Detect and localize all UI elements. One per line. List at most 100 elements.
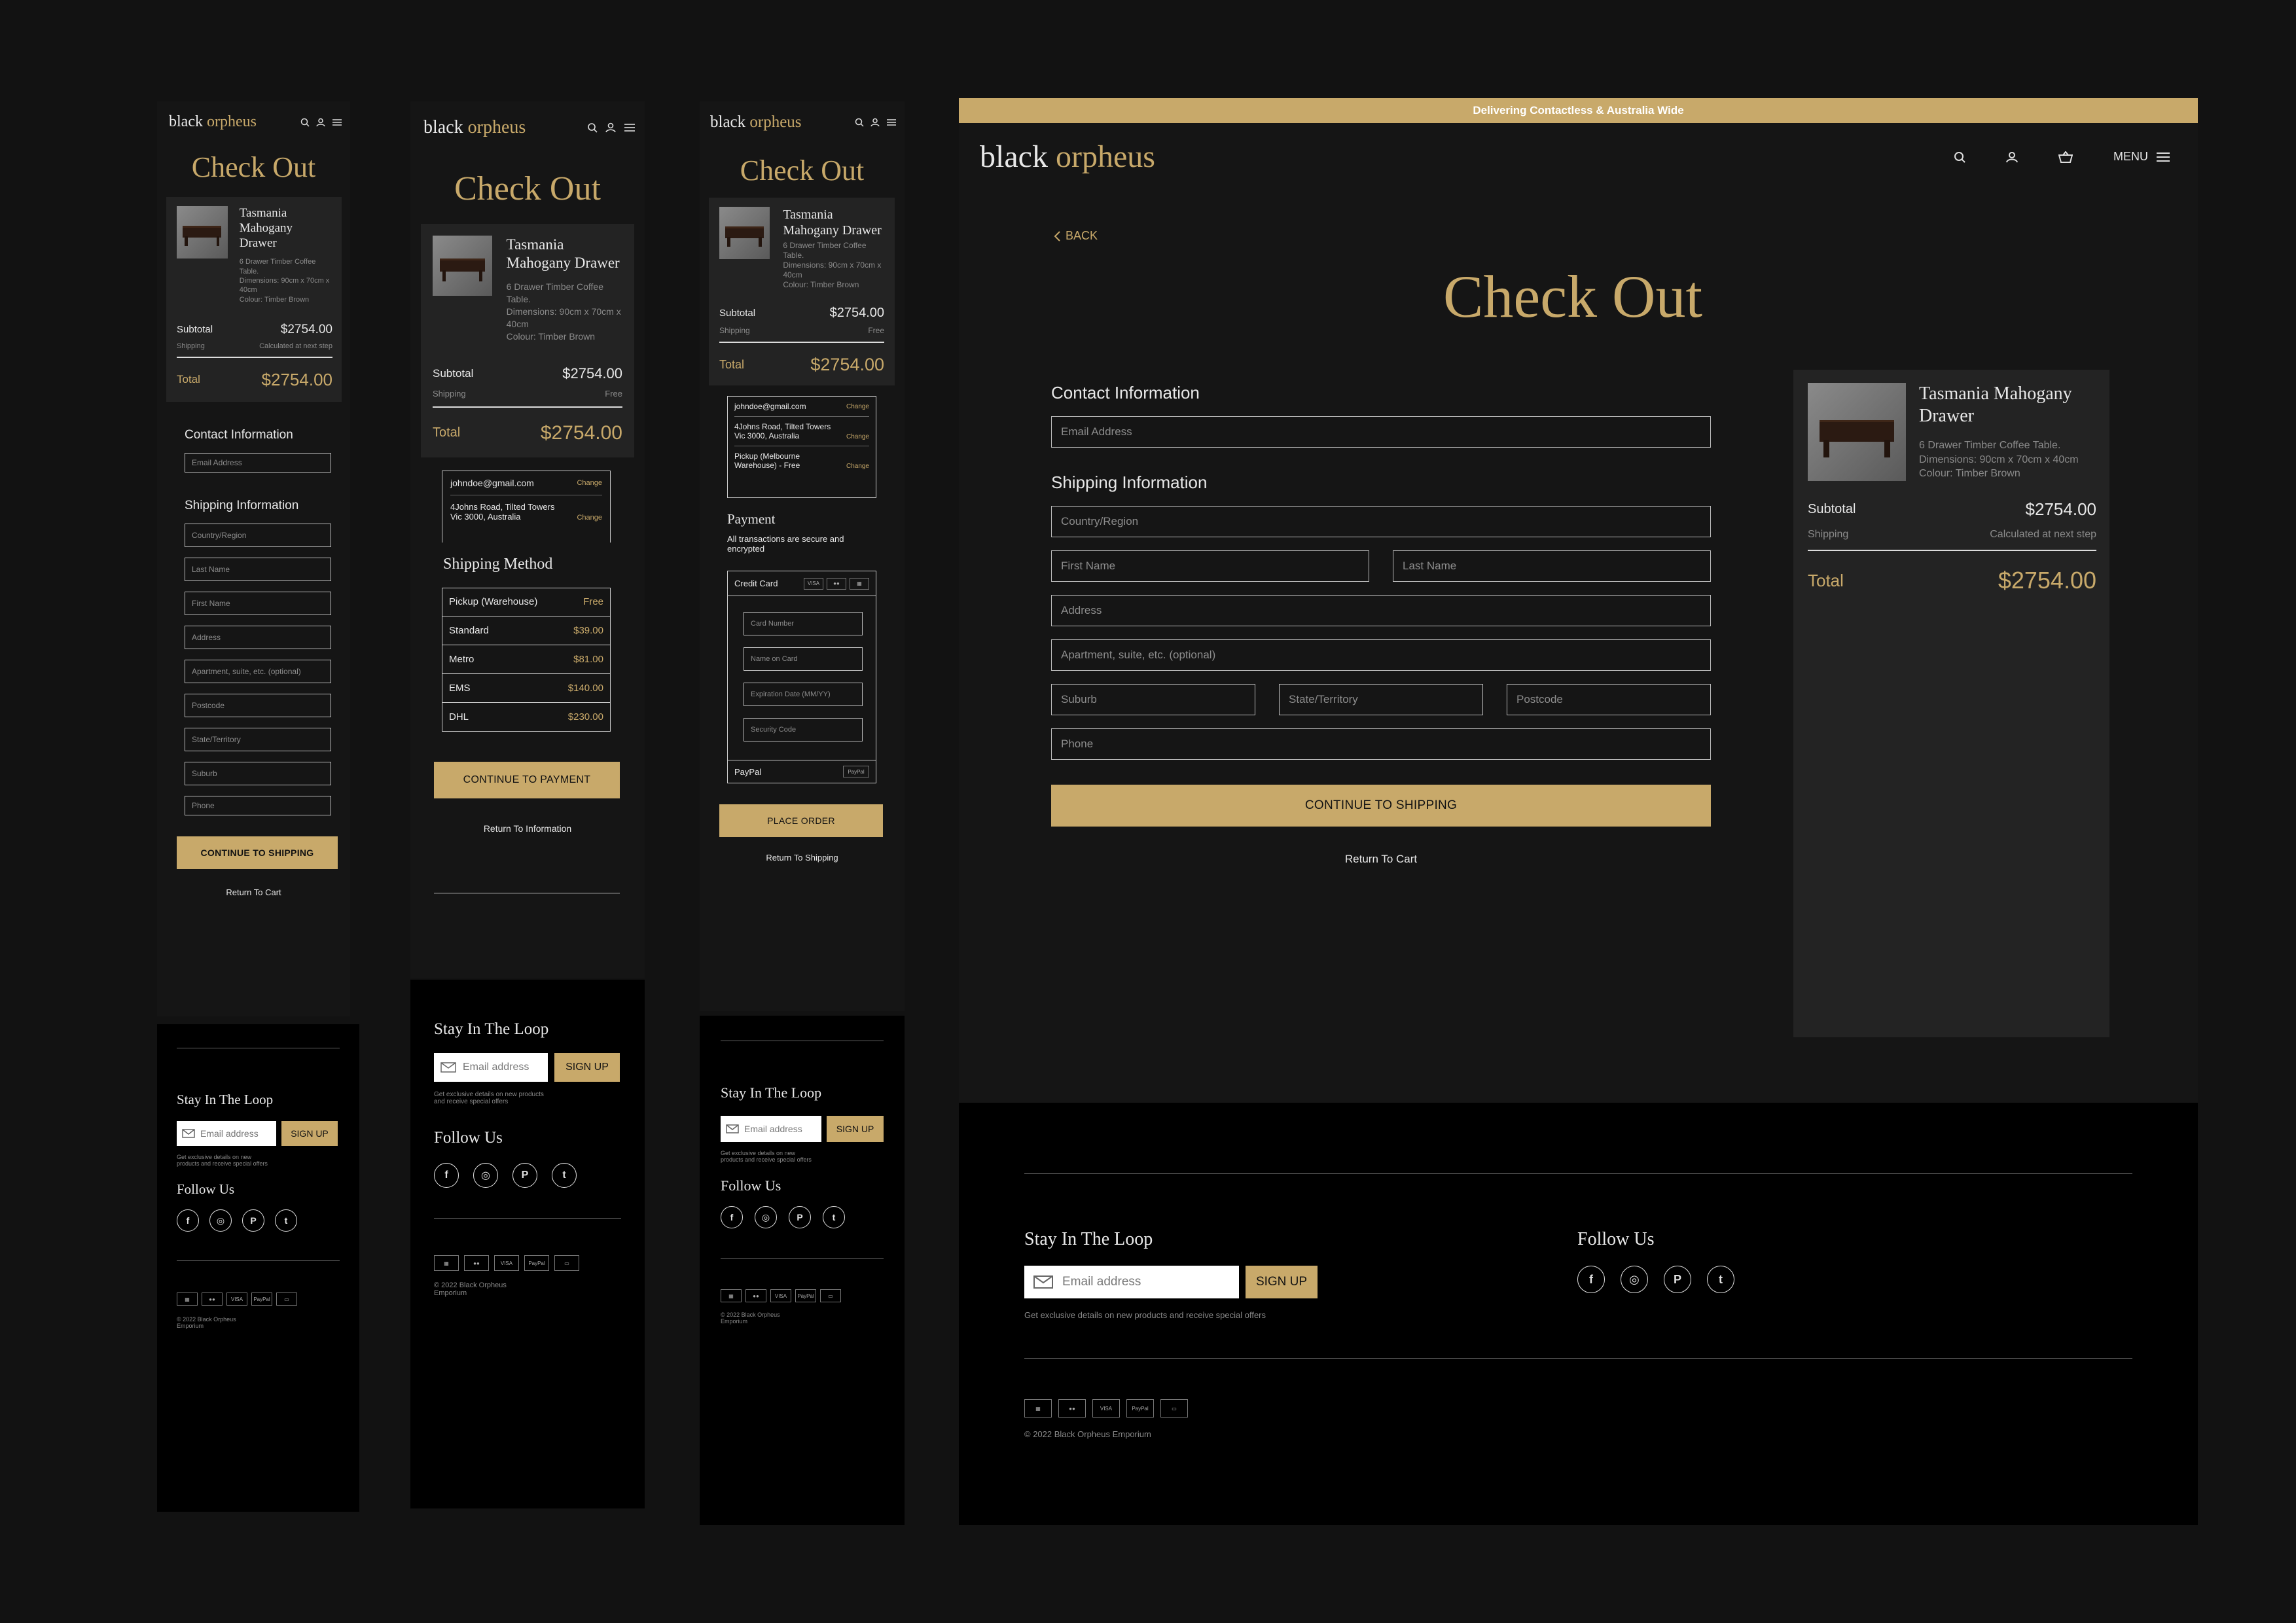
- signup-button[interactable]: SIGN UP: [554, 1053, 620, 1082]
- user-icon[interactable]: [870, 118, 880, 127]
- contact-review-box: johndoe@gmail.com Change 4Johns Road, Til…: [442, 470, 611, 543]
- back-link[interactable]: BACK: [1054, 229, 1098, 243]
- address-field[interactable]: Address: [1051, 595, 1711, 626]
- shipping-method-list: Pickup (Warehouse) Free Standard $39.00 Me…: [442, 587, 611, 732]
- state-field[interactable]: State/Territory: [1279, 684, 1483, 715]
- twitter-icon[interactable]: t: [275, 1209, 297, 1232]
- menu-icon[interactable]: [886, 118, 897, 127]
- instagram-icon[interactable]: ◎: [755, 1206, 777, 1228]
- signup-button[interactable]: SIGN UP: [827, 1116, 884, 1142]
- newsletter-email-input[interactable]: Email address: [434, 1053, 548, 1082]
- email-value: johndoe@gmail.com: [450, 477, 534, 488]
- shipping-option[interactable]: DHL $230.00: [442, 702, 611, 732]
- search-icon[interactable]: [1954, 151, 1965, 163]
- twitter-icon[interactable]: t: [1707, 1266, 1734, 1293]
- place-order-button[interactable]: PLACE ORDER: [719, 804, 883, 837]
- country-field[interactable]: Country/Region: [1051, 506, 1711, 537]
- change-email-link[interactable]: Change: [577, 479, 602, 487]
- menu-button[interactable]: MENU: [2113, 150, 2170, 164]
- postcode-field[interactable]: Postcode: [1507, 684, 1711, 715]
- continue-to-shipping-button[interactable]: CONTINUE TO SHIPPING: [1051, 785, 1711, 827]
- mail-icon: [726, 1124, 739, 1133]
- return-to-information-link[interactable]: Return To Information: [410, 823, 645, 834]
- expiry-field[interactable]: Expiration Date (MM/YY): [744, 683, 863, 706]
- email-field[interactable]: Email Address: [185, 452, 331, 473]
- search-icon[interactable]: [300, 118, 310, 127]
- suburb-field[interactable]: Suburb: [1051, 684, 1255, 715]
- apartment-field[interactable]: Apartment, suite, etc. (optional): [185, 659, 331, 683]
- total-label: Total: [433, 425, 461, 440]
- apartment-field[interactable]: Apartment, suite, etc. (optional): [1051, 639, 1711, 671]
- newsletter-email-input[interactable]: Email address: [721, 1116, 822, 1142]
- menu-icon[interactable]: [624, 122, 636, 133]
- phone-field[interactable]: Phone: [185, 795, 331, 815]
- mobile-checkout-information: black orpheus Check Out Tasmania Mahogan…: [157, 101, 350, 1016]
- total-value: $2754.00: [810, 355, 884, 374]
- facebook-icon[interactable]: f: [721, 1206, 743, 1228]
- copyright: © 2022 Black Orpheus Emporium: [721, 1311, 780, 1325]
- return-to-cart-link[interactable]: Return To Cart: [1051, 853, 1711, 866]
- user-icon[interactable]: [316, 118, 325, 127]
- last-name-field[interactable]: Last Name: [1393, 550, 1711, 582]
- facebook-icon[interactable]: f: [434, 1163, 459, 1188]
- continue-to-shipping-button[interactable]: CONTINUE TO SHIPPING: [177, 836, 338, 869]
- first-name-field[interactable]: First Name: [1051, 550, 1369, 582]
- pinterest-icon[interactable]: P: [512, 1163, 537, 1188]
- search-icon[interactable]: [855, 118, 864, 127]
- facebook-icon[interactable]: f: [1577, 1266, 1605, 1293]
- shipping-label: Shipping: [719, 326, 750, 335]
- first-name-field[interactable]: First Name: [185, 591, 331, 615]
- suburb-field[interactable]: Suburb: [185, 761, 331, 785]
- shipping-option[interactable]: Pickup (Warehouse) Free: [442, 587, 611, 616]
- logo[interactable]: black orpheus: [980, 139, 1155, 175]
- shipping-option[interactable]: Metro $81.00: [442, 645, 611, 674]
- menu-icon[interactable]: [332, 118, 342, 127]
- twitter-icon[interactable]: t: [823, 1206, 845, 1228]
- logo[interactable]: black orpheus: [169, 113, 257, 131]
- phone-field[interactable]: Phone: [1051, 728, 1711, 760]
- change-address-link[interactable]: Change: [577, 514, 602, 522]
- change-address-link[interactable]: Change: [846, 433, 869, 440]
- instagram-icon[interactable]: ◎: [1621, 1266, 1648, 1293]
- cart-icon[interactable]: [2058, 151, 2073, 163]
- logo[interactable]: black orpheus: [423, 117, 526, 138]
- card-number-field[interactable]: Card Number: [744, 612, 863, 635]
- change-email-link[interactable]: Change: [846, 403, 869, 410]
- state-field[interactable]: State/Territory: [185, 727, 331, 751]
- shipping-option[interactable]: EMS $140.00: [442, 673, 611, 703]
- pinterest-icon[interactable]: P: [789, 1206, 811, 1228]
- shipping-option[interactable]: Standard $39.00: [442, 616, 611, 645]
- newsletter-email-input[interactable]: Email address: [177, 1121, 276, 1146]
- country-field[interactable]: Country/Region: [185, 523, 331, 547]
- postcode-field[interactable]: Postcode: [185, 693, 331, 717]
- name-on-card-field[interactable]: Name on Card: [744, 647, 863, 671]
- user-icon[interactable]: [605, 122, 616, 133]
- signup-button[interactable]: SIGN UP: [1246, 1266, 1318, 1298]
- signup-button[interactable]: SIGN UP: [281, 1121, 338, 1146]
- last-name-field[interactable]: Last Name: [185, 557, 331, 581]
- instagram-icon[interactable]: ◎: [473, 1163, 498, 1188]
- user-icon[interactable]: [2006, 151, 2018, 163]
- total-value: $2754.00: [1998, 567, 2096, 594]
- address-field[interactable]: Address: [185, 625, 331, 649]
- logo[interactable]: black orpheus: [710, 113, 802, 132]
- pinterest-icon[interactable]: P: [242, 1209, 264, 1232]
- return-to-shipping-link[interactable]: Return To Shipping: [700, 853, 905, 863]
- subtotal-value: $2754.00: [280, 322, 332, 336]
- security-code-field[interactable]: Security Code: [744, 718, 863, 741]
- newsletter-note: Get exclusive details on new products an…: [721, 1150, 812, 1163]
- paypal-option[interactable]: PayPal PayPal: [728, 760, 876, 783]
- loop-heading: Stay In The Loop: [434, 1020, 549, 1038]
- return-to-cart-link[interactable]: Return To Cart: [157, 887, 350, 897]
- change-shipping-link[interactable]: Change: [846, 463, 869, 470]
- search-icon[interactable]: [587, 122, 598, 133]
- product-description: 6 Drawer Timber Coffee Table. Dimensions:…: [783, 241, 882, 289]
- facebook-icon[interactable]: f: [177, 1209, 199, 1232]
- email-field[interactable]: Email Address: [1051, 416, 1711, 448]
- pinterest-icon[interactable]: P: [1664, 1266, 1691, 1293]
- newsletter-email-input[interactable]: Email address: [1024, 1266, 1239, 1298]
- instagram-icon[interactable]: ◎: [209, 1209, 232, 1232]
- credit-card-option[interactable]: Credit Card VISA ●● ▦: [728, 571, 876, 596]
- continue-to-payment-button[interactable]: CONTINUE TO PAYMENT: [434, 761, 620, 798]
- twitter-icon[interactable]: t: [552, 1163, 577, 1188]
